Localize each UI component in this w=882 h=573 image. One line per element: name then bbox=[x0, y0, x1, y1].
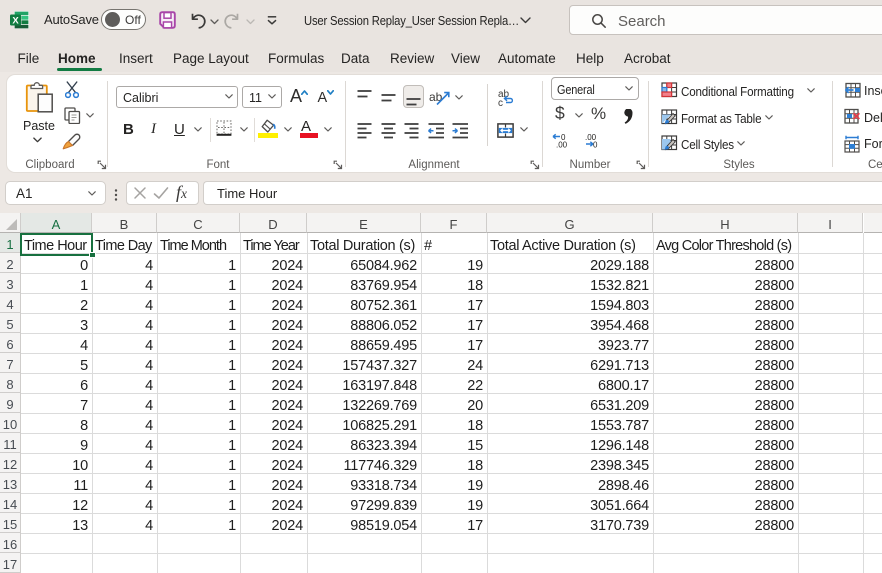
svg-text:.00: .00 bbox=[556, 141, 568, 149]
svg-text:X: X bbox=[12, 16, 19, 27]
svg-text:c: c bbox=[498, 98, 503, 107]
svg-text:0: 0 bbox=[593, 141, 598, 149]
